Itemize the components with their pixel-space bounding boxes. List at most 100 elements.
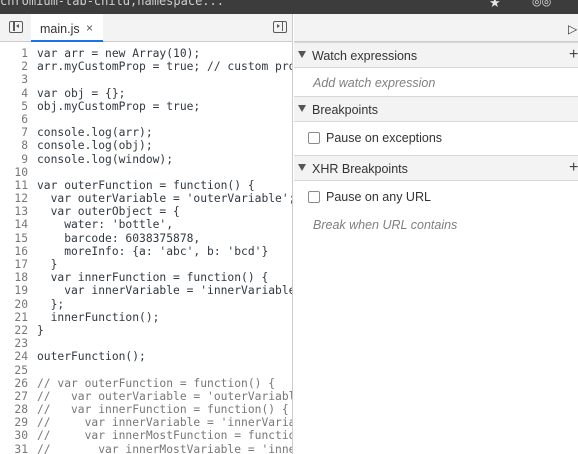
code-text: var obj = {};: [37, 86, 126, 100]
watch-expressions-title: Watch expressions: [312, 49, 418, 63]
line-number[interactable]: 28: [0, 403, 28, 416]
line-number[interactable]: 29: [0, 416, 28, 429]
code-line[interactable]: 10: [0, 166, 292, 179]
line-number[interactable]: 4: [0, 87, 28, 100]
code-text: // var innerFunction = function() {: [37, 403, 289, 417]
code-line[interactable]: 2 arr.myCustomProp = true; // custom prop: [0, 60, 292, 73]
line-number[interactable]: 5: [0, 100, 28, 113]
line-number[interactable]: 11: [0, 179, 28, 192]
line-number[interactable]: 16: [0, 245, 28, 258]
code-line[interactable]: 22}: [0, 324, 292, 337]
code-text: // var innerMostVariable = 'inner: [37, 442, 293, 454]
code-text: moreInfo: {a: 'abc', b: 'bcd'}: [37, 244, 269, 258]
code-text: }: [37, 258, 58, 271]
code-line[interactable]: 15 barcode: 6038375878,: [0, 231, 292, 245]
code-text: barcode: 6038375878,: [37, 231, 201, 245]
line-number[interactable]: 14: [0, 218, 28, 231]
break-when-url-contains-hint: Break when URL contains: [313, 218, 458, 232]
toggle-debugger-icon[interactable]: [273, 21, 287, 33]
code-line[interactable]: 21 innerFunction();: [0, 311, 292, 324]
line-number[interactable]: 21: [0, 311, 28, 324]
code-line[interactable]: 5 obj.myCustomProp = true;: [0, 99, 292, 113]
code-line[interactable]: 24 outerFunction();: [0, 350, 292, 364]
pause-on-any-url-checkbox[interactable]: [308, 191, 320, 203]
code-line[interactable]: 18 var innerFunction = function() {: [0, 271, 292, 285]
line-number[interactable]: 3: [0, 73, 28, 86]
file-tab-main-js[interactable]: main.js ×: [31, 14, 103, 42]
line-number[interactable]: 26: [0, 377, 28, 390]
pause-on-exceptions-checkbox[interactable]: [308, 132, 320, 144]
add-xhr-breakpoint-icon[interactable]: +: [569, 159, 578, 177]
code-line[interactable]: 19 var innerVariable = 'innerVariable': [0, 284, 293, 298]
code-text: var innerFunction = function() {: [37, 271, 269, 285]
add-watch-expression-hint[interactable]: Add watch expression: [313, 76, 435, 90]
line-number[interactable]: 18: [0, 271, 28, 284]
code-line[interactable]: 17 }: [0, 258, 292, 271]
line-number[interactable]: 7: [0, 126, 28, 139]
code-line[interactable]: 1 var arr = new Array(10);: [0, 47, 292, 60]
line-number[interactable]: 12: [0, 192, 28, 205]
expand-triangle-icon: [298, 164, 306, 171]
toggle-navigator-icon[interactable]: [9, 21, 23, 33]
line-number[interactable]: 17: [0, 258, 28, 271]
code-line[interactable]: 7 console.log(arr);: [0, 126, 292, 140]
code-text: console.log(window);: [37, 152, 174, 166]
expand-triangle-icon: [298, 105, 306, 112]
code-text: var innerVariable = 'innerVariable': [37, 284, 293, 298]
section-watch-expressions[interactable]: Watch expressions +: [294, 42, 578, 68]
breakpoints-title: Breakpoints: [312, 103, 379, 117]
code-line[interactable]: 27 // var outerVariable = 'outerVariable: [0, 390, 292, 403]
code-line[interactable]: 25: [0, 364, 292, 377]
code-line[interactable]: 11 var outerFunction = function() {: [0, 179, 292, 192]
star-icon[interactable]: ★: [489, 0, 501, 11]
code-line[interactable]: 30 // var innerMostFunction = functio: [0, 429, 292, 442]
line-number[interactable]: 15: [0, 232, 28, 245]
code-line[interactable]: 9 console.log(window);: [0, 152, 292, 166]
line-number[interactable]: 2: [0, 60, 28, 73]
source-panel: main.js × 1 var arr = new Array(10); 2 arr.…: [0, 14, 293, 454]
line-number[interactable]: 27: [0, 390, 28, 403]
code-line[interactable]: 31 // var innerMostVariable = 'inner: [0, 442, 293, 454]
line-number[interactable]: 19: [0, 284, 28, 297]
line-number[interactable]: 9: [0, 153, 28, 166]
line-number[interactable]: 8: [0, 139, 28, 152]
code-line[interactable]: 14 water: 'bottle',: [0, 218, 292, 232]
code-line[interactable]: 20 };: [0, 298, 292, 311]
close-icon[interactable]: ×: [86, 21, 93, 35]
code-line[interactable]: 6: [0, 113, 292, 126]
code-line[interactable]: 26 // var outerFunction = function() {: [0, 376, 292, 390]
add-watch-icon[interactable]: +: [569, 46, 578, 64]
code-line[interactable]: 8 console.log(obj);: [0, 139, 292, 152]
line-number[interactable]: 25: [0, 364, 28, 377]
code-line[interactable]: 13 var outerObject = {: [0, 205, 292, 218]
code-text: // var outerFunction = function() {: [37, 376, 276, 390]
line-number[interactable]: 20: [0, 298, 28, 311]
line-number[interactable]: 30: [0, 429, 28, 442]
debugger-sidebar: ▷ Watch expressions + Add watch expressi…: [294, 14, 578, 454]
code-line[interactable]: 28 // var innerFunction = function() {: [0, 403, 292, 417]
line-number[interactable]: 6: [0, 113, 28, 126]
line-number[interactable]: 22: [0, 324, 28, 337]
line-number[interactable]: 31: [0, 443, 28, 454]
code-line[interactable]: 12 var outerVariable = 'outerVariable';: [0, 192, 292, 205]
code-line[interactable]: 4 var obj = {};: [0, 86, 292, 100]
code-text: water: 'bottle',: [37, 218, 174, 232]
code-text: outerFunction();: [37, 350, 146, 364]
line-number[interactable]: 23: [0, 337, 28, 350]
line-number[interactable]: 1: [0, 47, 28, 60]
code-editor[interactable]: 1 var arr = new Array(10); 2 arr.myCustomPr…: [0, 47, 293, 454]
code-text: obj.myCustomProp = true;: [37, 99, 201, 113]
code-line[interactable]: 23: [0, 337, 292, 350]
section-breakpoints[interactable]: Breakpoints: [294, 96, 578, 122]
code-text: console.log(arr);: [37, 126, 153, 140]
extension-icon[interactable]: ◎◎: [532, 0, 551, 8]
pause-resume-icon[interactable]: ▷: [568, 22, 577, 36]
code-line[interactable]: 29 // var innerVariable = 'innerVariab: [0, 416, 292, 429]
line-number[interactable]: 10: [0, 166, 28, 179]
code-line[interactable]: 3: [0, 73, 292, 86]
code-line[interactable]: 16 moreInfo: {a: 'abc', b: 'bcd'}: [0, 244, 292, 258]
line-number[interactable]: 13: [0, 205, 28, 218]
section-xhr-breakpoints[interactable]: XHR Breakpoints +: [294, 155, 578, 181]
browser-top-strip: chromium-tab-child,namespace... ★ ◎◎: [0, 0, 578, 14]
line-number[interactable]: 24: [0, 350, 28, 363]
